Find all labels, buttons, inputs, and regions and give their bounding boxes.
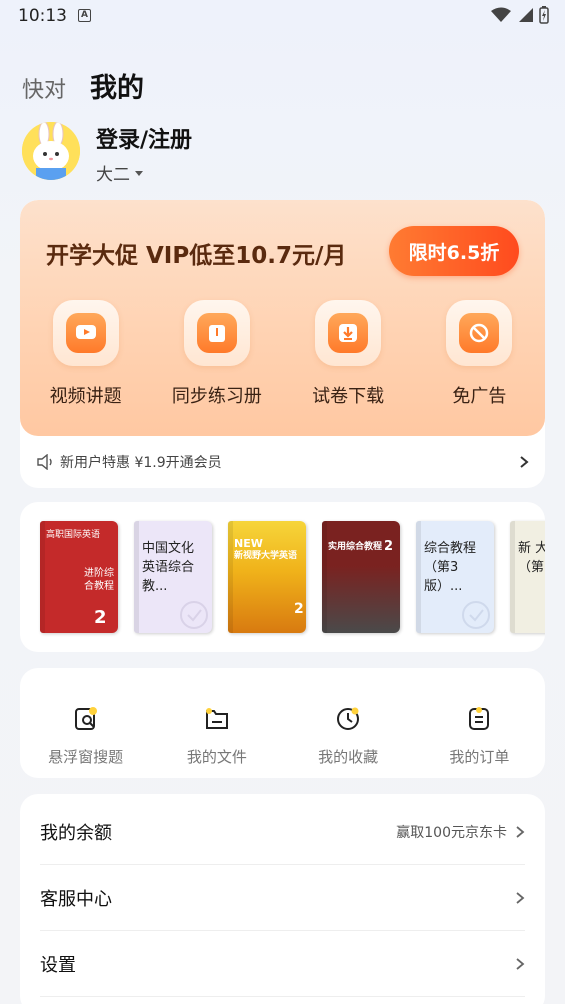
feature-label: 试卷下载 — [312, 386, 385, 407]
workbook-icon — [183, 300, 250, 366]
book-volume: 2 — [294, 601, 304, 617]
quick-my-orders[interactable]: 我的订单 — [414, 668, 545, 778]
menu-label: 我的余额 — [40, 822, 112, 844]
caret-down-icon — [135, 170, 143, 176]
book-title: 综合教程（第3版）... — [424, 541, 477, 594]
feature-download[interactable]: 试卷下载 — [283, 300, 414, 408]
notification-icon: A — [78, 9, 91, 22]
book-cover[interactable]: 中国文化英语综合教... — [134, 521, 212, 633]
book-cover[interactable]: 实用综合教程 2 — [322, 521, 400, 633]
video-play-icon — [52, 300, 119, 366]
new-user-promo[interactable]: 新用户特惠 ¥1.9开通会员 — [20, 436, 545, 488]
book-title: NEW — [234, 537, 263, 550]
top-tabs: 快对 我的 — [22, 66, 144, 105]
feature-no-ads[interactable]: 免广告 — [414, 300, 545, 408]
floating-search-icon — [74, 707, 97, 730]
feature-workbook[interactable]: 同步练习册 — [151, 300, 282, 408]
avatar[interactable] — [22, 122, 80, 180]
order-icon — [469, 707, 490, 730]
vip-banner: 开学大促 VIP低至10.7元/月 限时6.5折 视频讲题 同步练习册 试卷下载 — [20, 200, 545, 436]
menu-settings[interactable]: 设置 — [40, 931, 525, 997]
book-volume: 2 — [94, 607, 107, 628]
tab-kuaidui[interactable]: 快对 — [22, 72, 66, 104]
book-subtitle: 进阶综合教程 — [84, 568, 114, 592]
vip-card: 开学大促 VIP低至10.7元/月 限时6.5折 视频讲题 同步练习册 试卷下载 — [20, 200, 545, 488]
tab-mine[interactable]: 我的 — [90, 66, 144, 105]
menu-label: 设置 — [40, 954, 76, 976]
book-title: 中国文化英语综合教... — [142, 541, 195, 594]
status-time: 10:13 — [18, 6, 67, 26]
checkmark-icon — [462, 601, 490, 629]
signal-icon — [519, 8, 533, 22]
menu-balance[interactable]: 我的余额 赢取100元京东卡 — [40, 799, 525, 865]
feature-label: 免广告 — [452, 386, 507, 407]
clock-icon — [337, 707, 360, 730]
grade-label: 大二 — [96, 165, 130, 185]
chevron-right-icon — [516, 957, 525, 970]
settings-list: 我的余额 赢取100元京东卡 客服中心 设置 — [20, 794, 545, 1004]
menu-customer-service[interactable]: 客服中心 — [40, 865, 525, 931]
login-register-link[interactable]: 登录/注册 — [96, 122, 192, 154]
feature-label: 视频讲题 — [49, 386, 122, 407]
chevron-right-icon — [516, 891, 525, 904]
books-shelf: 高职国际英语 进阶综合教程 2 中国文化英语综合教... NEW 新视野大学英语… — [20, 502, 545, 652]
quick-label: 悬浮窗搜题 — [48, 748, 124, 766]
promo-text: 新用户特惠 ¥1.9开通会员 — [60, 455, 222, 471]
no-ads-icon — [446, 300, 513, 366]
status-bar: 10:13 A — [0, 0, 565, 32]
menu-label: 客服中心 — [40, 888, 112, 910]
download-icon — [315, 300, 382, 366]
chevron-right-icon — [516, 825, 525, 838]
speaker-icon — [37, 454, 52, 470]
book-cover[interactable]: 综合教程（第3版）... — [416, 521, 494, 633]
menu-extra: 赢取100元京东卡 — [396, 824, 507, 841]
book-title: 高职国际英语 — [46, 530, 101, 540]
quick-actions: 悬浮窗搜题 我的文件 我的收藏 我的订单 — [20, 668, 545, 778]
quick-my-files[interactable]: 我的文件 — [151, 668, 282, 778]
quick-floating-search[interactable]: 悬浮窗搜题 — [20, 668, 151, 778]
feature-label: 同步练习册 — [171, 386, 262, 407]
book-subtitle: 新视野大学英语 — [234, 551, 298, 561]
grade-selector[interactable]: 大二 — [96, 160, 144, 185]
quick-label: 我的文件 — [186, 748, 247, 766]
wifi-icon — [491, 7, 511, 22]
book-volume: 2 — [384, 539, 394, 554]
feature-video[interactable]: 视频讲题 — [20, 300, 151, 408]
quick-label: 我的收藏 — [318, 748, 379, 766]
books-row: 高职国际英语 进阶综合教程 2 中国文化英语综合教... NEW 新视野大学英语… — [40, 521, 545, 633]
folder-icon — [205, 708, 228, 729]
vip-features: 视频讲题 同步练习册 试卷下载 免广告 — [20, 300, 545, 408]
book-title: 新 大学 （第 — [518, 541, 545, 575]
chevron-right-icon — [520, 456, 529, 468]
battery-icon — [539, 6, 549, 24]
quick-label: 我的订单 — [449, 748, 510, 766]
book-cover[interactable]: 新 大学 （第 — [510, 521, 545, 633]
vip-discount-button[interactable]: 限时6.5折 — [389, 226, 519, 276]
quick-my-favorites[interactable]: 我的收藏 — [283, 668, 414, 778]
checkmark-icon — [180, 601, 208, 629]
vip-title: 开学大促 VIP低至10.7元/月 — [46, 243, 347, 269]
book-cover[interactable]: NEW 新视野大学英语 2 — [228, 521, 306, 633]
status-icons — [491, 6, 549, 24]
profile-section: 登录/注册 大二 — [22, 122, 543, 185]
book-cover[interactable]: 高职国际英语 进阶综合教程 2 — [40, 521, 118, 633]
